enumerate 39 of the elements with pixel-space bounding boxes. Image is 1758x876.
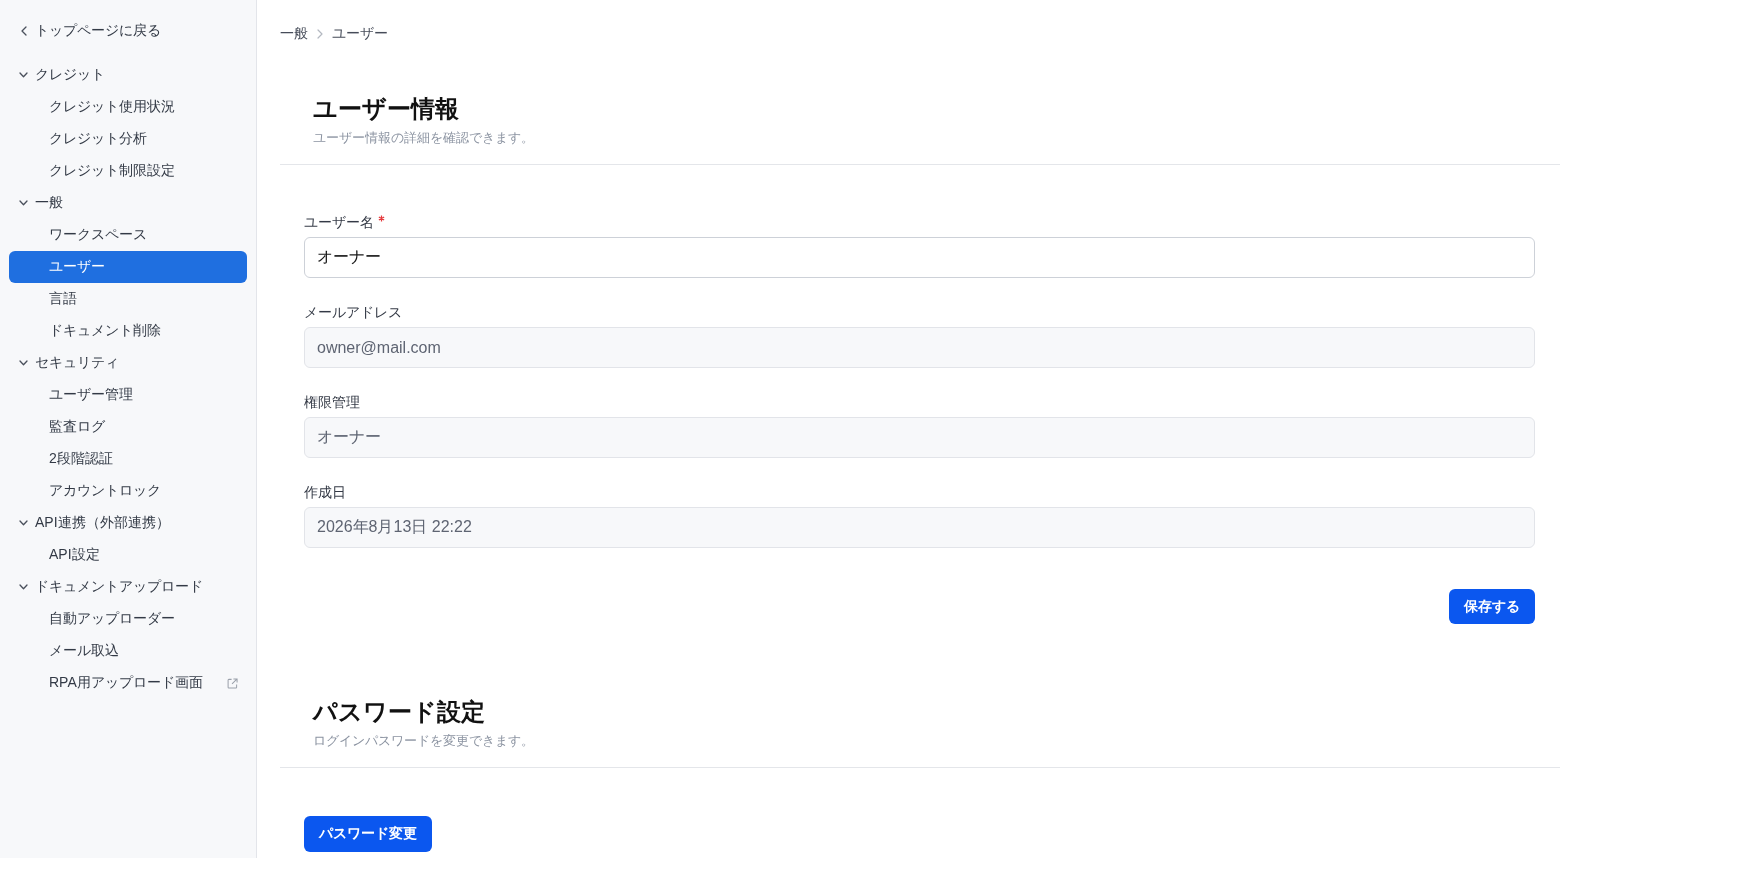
sidebar-item[interactable]: ユーザー管理: [9, 379, 247, 411]
sidebar-item[interactable]: 自動アップローダー: [9, 603, 247, 635]
back-link[interactable]: トップページに戻る: [9, 15, 161, 47]
section-subtitle: ユーザー情報の詳細を確認できます。: [313, 129, 534, 147]
text-field: オーナー: [304, 417, 1535, 458]
chevron-left-icon: [21, 26, 27, 36]
breadcrumb-link[interactable]: 一般: [280, 25, 308, 43]
sidebar-group-toggle[interactable]: API連携（外部連携）: [9, 507, 170, 539]
section-title: ユーザー情報: [313, 94, 459, 124]
text-field: 2026年8月13日 22:22: [304, 507, 1535, 548]
sidebar-item[interactable]: ドキュメント削除: [9, 315, 247, 347]
field-label: 権限管理: [304, 393, 360, 412]
text-field: owner@mail.com: [304, 327, 1535, 368]
sidebar-item[interactable]: クレジット使用状況: [9, 91, 247, 123]
sidebar-group-toggle[interactable]: セキュリティ: [9, 347, 119, 379]
chevron-right-icon: [317, 29, 323, 39]
text-field[interactable]: オーナー: [304, 237, 1535, 278]
sidebar-item[interactable]: RPA用アップロード画面: [9, 667, 247, 699]
sidebar-item[interactable]: クレジット分析: [9, 123, 247, 155]
sidebar-item[interactable]: クレジット制限設定: [9, 155, 247, 187]
save-button[interactable]: 保存する: [1449, 589, 1535, 624]
sidebar-item[interactable]: アカウントロック: [9, 475, 247, 507]
sidebar-item[interactable]: 言語: [9, 283, 247, 315]
section-title: パスワード設定: [313, 697, 485, 727]
breadcrumb-current: ユーザー: [332, 25, 388, 43]
sidebar-item[interactable]: ユーザー: [9, 251, 247, 283]
sidebar-group-toggle[interactable]: 一般: [9, 187, 63, 219]
sidebar-group-toggle[interactable]: ドキュメントアップロード: [9, 571, 203, 603]
sidebar-item[interactable]: メール取込: [9, 635, 247, 667]
field-label: メールアドレス: [304, 303, 402, 322]
sidebar-item[interactable]: API設定: [9, 539, 247, 571]
sidebar-item[interactable]: 2段階認証: [9, 443, 247, 475]
change-password-button[interactable]: パスワード変更: [304, 816, 432, 852]
sidebar-item[interactable]: ワークスペース: [9, 219, 247, 251]
field-label: 作成日: [304, 483, 346, 502]
section-subtitle: ログインパスワードを変更できます。: [313, 732, 534, 750]
sidebar-item[interactable]: 監査ログ: [9, 411, 247, 443]
sidebar-group-toggle[interactable]: クレジット: [9, 59, 105, 91]
field-label: ユーザー名: [304, 213, 374, 232]
